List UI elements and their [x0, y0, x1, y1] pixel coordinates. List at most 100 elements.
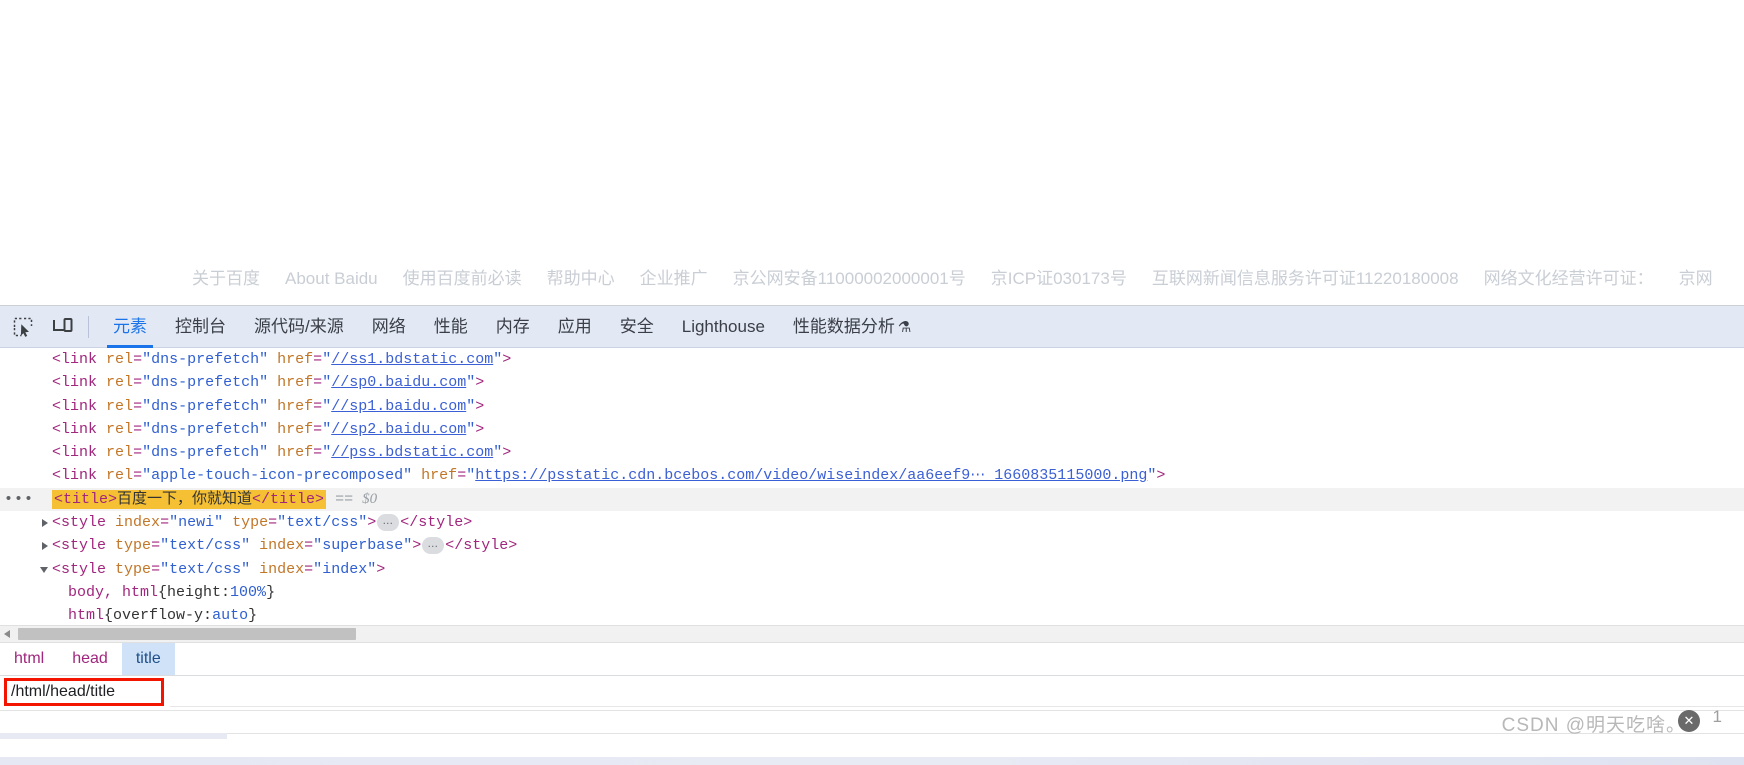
dom-node-style-superbase[interactable]: <style type="text/css" index="superbase"… [0, 534, 1744, 557]
dom-node-link[interactable]: <link rel="dns-prefetch" href="//ss1.bds… [0, 348, 1744, 371]
attr-name: rel [106, 374, 134, 392]
scroll-left-arrow-icon[interactable] [4, 630, 10, 638]
css-selector: body, html [68, 583, 159, 601]
footer-link-about-baidu-en[interactable]: About Baidu [285, 269, 378, 289]
collapsed-content-icon[interactable]: … [422, 537, 445, 555]
collapse-arrow-icon[interactable] [40, 566, 48, 573]
tab-label: 性能数据分析 [792, 316, 895, 336]
footer-link-help-center[interactable]: 帮助中心 [547, 264, 615, 289]
attr-value-link[interactable]: //pss.bdstatic.com [331, 444, 493, 461]
attr-name: href [277, 420, 314, 438]
dom-node-style-index[interactable]: <style type="text/css" index="index"> [0, 558, 1744, 581]
attr-name: index [115, 514, 161, 532]
attr-value: text/css [286, 514, 359, 532]
baidu-footer-links: 关于百度 About Baidu 使用百度前必读 帮助中心 企业推广 京公网安备11000… [0, 264, 1744, 289]
tab-label: 应用 [557, 316, 592, 336]
attr-value-link[interactable]: //sp0.baidu.com [331, 374, 466, 391]
tab-elements[interactable]: 元素 [99, 306, 161, 348]
attr-name: href [277, 397, 314, 415]
attr-name: type [115, 560, 152, 578]
footer-link-terms[interactable]: 使用百度前必读 [403, 264, 522, 289]
attr-value-link[interactable]: //sp2.baidu.com [331, 421, 466, 438]
dom-node-link[interactable]: <link rel="dns-prefetch" href="//pss.bds… [0, 441, 1744, 464]
tab-security[interactable]: 安全 [606, 306, 668, 348]
attr-name: type [115, 537, 152, 555]
title-node-highlight[interactable]: <title>百度一下，你就知道</title> [52, 489, 327, 509]
tab-console[interactable]: 控制台 [161, 306, 240, 348]
device-toolbar-icon[interactable] [46, 310, 80, 344]
tab-label: 内存 [495, 316, 530, 336]
footer-link-enterprise-promotion[interactable]: 企业推广 [640, 264, 708, 289]
expand-arrow-icon[interactable] [42, 542, 48, 551]
attr-value-link[interactable]: //sp1.baidu.com [331, 398, 466, 415]
style-close-tag: </style> [445, 537, 518, 555]
drawer-divider [0, 733, 1744, 734]
tab-network[interactable]: 网络 [358, 306, 420, 348]
attr-name: href [421, 467, 458, 485]
dom-tree-horizontal-scrollbar[interactable] [0, 625, 1744, 642]
attr-name: rel [106, 351, 134, 368]
footer-link-about-baidu-cn[interactable]: 关于百度 [192, 264, 260, 289]
tab-application[interactable]: 应用 [544, 306, 606, 348]
attr-name: type [232, 514, 269, 532]
expand-arrow-icon[interactable] [42, 519, 48, 528]
footer-link-culture-license[interactable]: 网络文化经营许可证： [1484, 264, 1654, 289]
attr-name: rel [106, 420, 134, 438]
toolbar-divider [88, 315, 89, 338]
css-value: 100% [230, 583, 267, 601]
tab-performance[interactable]: 性能 [420, 306, 482, 348]
attr-value: text/css [169, 560, 242, 578]
dom-node-title-selected[interactable]: ••• <title>百度一下，你就知道</title> == $0 [0, 487, 1744, 512]
scrollbar-thumb[interactable] [18, 628, 356, 640]
collapsed-content-icon[interactable]: … [377, 514, 400, 532]
footer-link-jingwang[interactable]: 京网 [1679, 264, 1713, 289]
css-property: overflow-y: [113, 607, 213, 625]
close-icon[interactable]: ✕ [1678, 710, 1700, 732]
breadcrumb-item-html[interactable]: html [0, 643, 58, 675]
inspect-element-icon[interactable] [6, 310, 40, 344]
more-options-icon[interactable]: ••• [4, 488, 34, 511]
web-page-viewport: 关于百度 About Baidu 使用百度前必读 帮助中心 企业推广 京公网安备11000… [0, 0, 1744, 305]
attr-name: href [277, 444, 314, 462]
css-rule-line[interactable]: body, html{height:100%} [0, 581, 1744, 604]
title-text: 百度一下，你就知道 [117, 490, 253, 508]
attr-value: superbase [322, 537, 404, 555]
title-close-tag: </title> [252, 490, 325, 508]
attr-value: apple-touch-icon-precomposed [151, 467, 404, 485]
attr-value: dns-prefetch [151, 444, 260, 462]
css-selector: html [68, 607, 105, 625]
tab-memory[interactable]: 内存 [482, 306, 544, 348]
attr-value-link[interactable]: https://psstatic.cdn.bcebos.com/video/wi… [475, 467, 1147, 484]
drawer-bottom-strip [0, 757, 1744, 765]
dom-node-style-newi[interactable]: <style index="newi" type="text/css">… </s… [0, 511, 1744, 534]
footer-link-police-record[interactable]: 京公网安备11000002000001号 [733, 264, 966, 289]
footer-link-news-license[interactable]: 互联网新闻信息服务许可证11220180008 [1152, 264, 1459, 289]
footer-link-icp[interactable]: 京ICP证030173号 [991, 264, 1127, 289]
attr-name: rel [106, 397, 134, 415]
style-close-tag: </style> [400, 514, 473, 532]
tab-label: 网络 [371, 316, 406, 336]
dom-search-row: /html/head/title [0, 676, 1744, 711]
attr-name: index [259, 560, 305, 578]
attr-name: rel [106, 467, 134, 485]
tab-lighthouse[interactable]: Lighthouse [668, 306, 779, 348]
css-rule-line[interactable]: html{overflow-y:auto} [0, 604, 1744, 625]
equals-marker: == [335, 490, 354, 508]
dom-node-apple-touch-icon[interactable]: <link rel="apple-touch-icon-precomposed"… [0, 464, 1744, 487]
xpath-search-input[interactable]: /html/head/title [4, 678, 164, 706]
tab-label: 元素 [113, 316, 147, 336]
devtools-toolbar: 元素 控制台 源代码/来源 网络 性能 内存 应用 安全 Lighthouse … [0, 306, 1744, 348]
dom-node-link[interactable]: <link rel="dns-prefetch" href="//sp0.bai… [0, 371, 1744, 394]
dom-node-link[interactable]: <link rel="dns-prefetch" href="//sp1.bai… [0, 395, 1744, 418]
tab-performance-insights[interactable]: 性能数据分析 ⚗ [779, 306, 925, 348]
tab-sources[interactable]: 源代码/来源 [240, 306, 358, 348]
drawer-tab-strip[interactable] [0, 733, 227, 739]
attr-value-link[interactable]: //ss1.bdstatic.com [331, 351, 493, 368]
attr-value: dns-prefetch [151, 420, 260, 438]
dom-node-link[interactable]: <link rel="dns-prefetch" href="//sp2.bai… [0, 418, 1744, 441]
attr-value: newi [178, 514, 215, 532]
breadcrumb-item-title[interactable]: title [121, 643, 175, 675]
breadcrumb-item-head[interactable]: head [58, 643, 122, 675]
dom-tree[interactable]: <link rel="dns-prefetch" href="//ss1.bds… [0, 348, 1744, 625]
attr-value: index [322, 560, 368, 578]
